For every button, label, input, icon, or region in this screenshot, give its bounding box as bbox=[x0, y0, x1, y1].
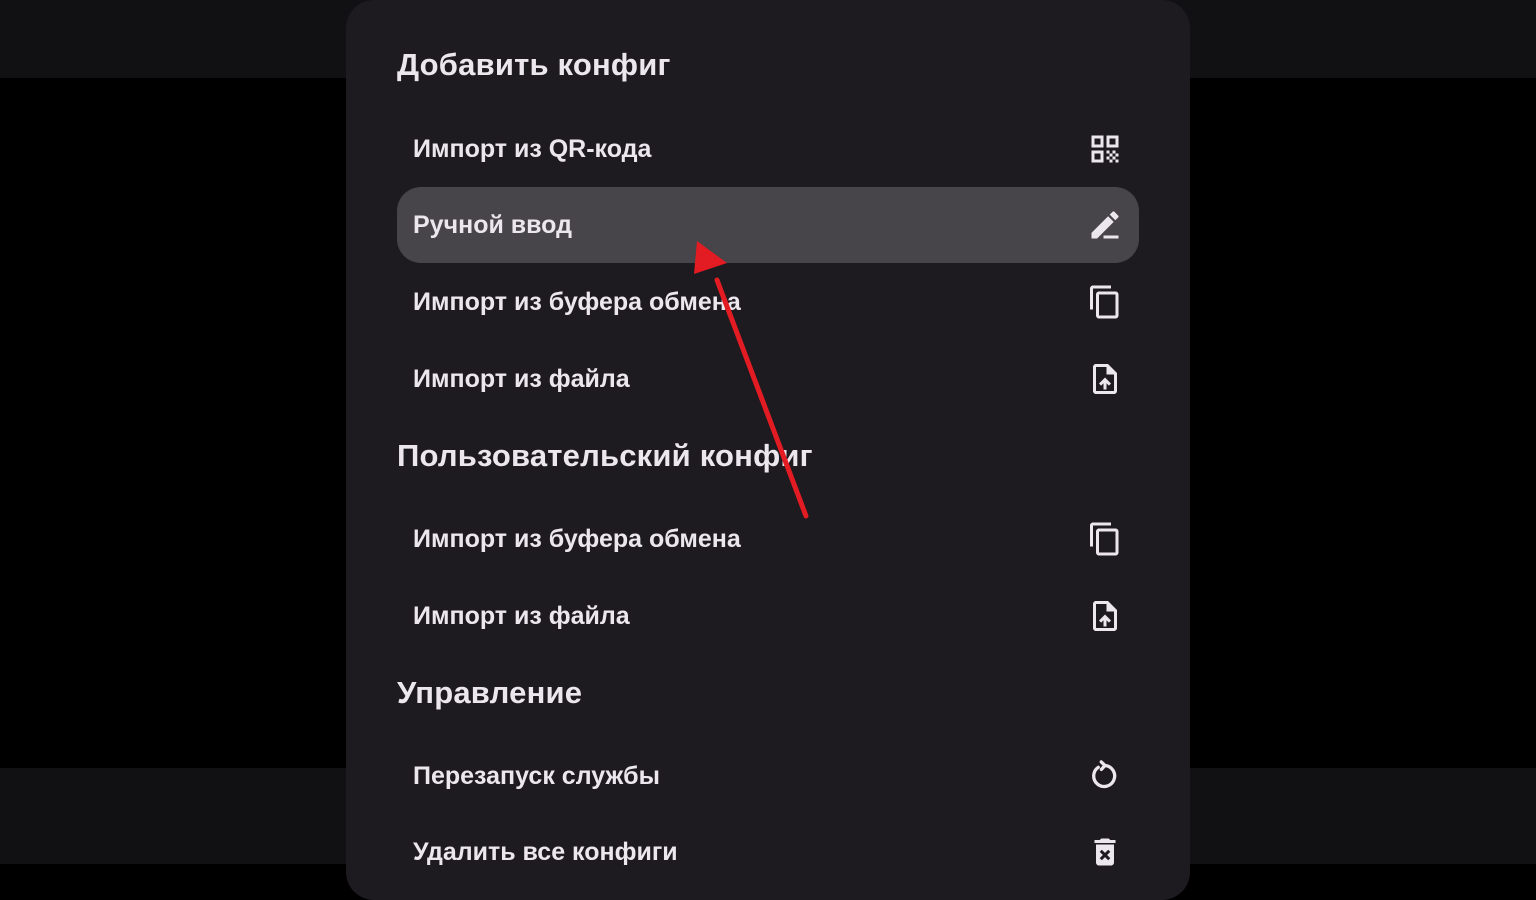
menu-item-import-clipboard[interactable]: Импорт из буфера обмена bbox=[397, 264, 1139, 340]
file-upload-icon bbox=[1087, 361, 1123, 397]
menu-item-label: Импорт из буфера обмена bbox=[413, 288, 741, 316]
menu-item-label: Импорт из файла bbox=[413, 602, 630, 630]
menu-item-label: Удалить все конфиги bbox=[413, 838, 678, 866]
menu-item-user-import-file[interactable]: Импорт из файла bbox=[397, 578, 1139, 654]
copy-icon bbox=[1087, 521, 1123, 557]
menu-item-label: Перезапуск службы bbox=[413, 762, 660, 790]
menu-item-user-import-clipboard[interactable]: Импорт из буфера обмена bbox=[397, 501, 1139, 577]
delete-icon bbox=[1087, 834, 1123, 870]
qr-code-icon bbox=[1087, 131, 1123, 167]
menu-item-manual-input[interactable]: Ручной ввод bbox=[397, 187, 1139, 263]
file-upload-icon bbox=[1087, 598, 1123, 634]
copy-icon bbox=[1087, 284, 1123, 320]
menu-item-label: Импорт из QR-кода bbox=[413, 135, 652, 163]
restart-icon bbox=[1087, 758, 1123, 794]
menu-item-delete-all-configs[interactable]: Удалить все конфиги bbox=[397, 814, 1139, 890]
section-title-user-config: Пользовательский конфиг bbox=[397, 438, 813, 473]
menu-item-label: Ручной ввод bbox=[413, 211, 572, 239]
menu-item-restart-service[interactable]: Перезапуск службы bbox=[397, 738, 1139, 814]
section-title-add-config: Добавить конфиг bbox=[397, 47, 671, 82]
bottom-sheet-menu: Добавить конфиг Импорт из QR-кода Ручной… bbox=[346, 0, 1190, 900]
menu-item-import-qr[interactable]: Импорт из QR-кода bbox=[397, 111, 1139, 187]
pencil-icon bbox=[1087, 207, 1123, 243]
menu-item-label: Импорт из файла bbox=[413, 365, 630, 393]
menu-item-import-file[interactable]: Импорт из файла bbox=[397, 341, 1139, 417]
section-title-management: Управление bbox=[397, 675, 583, 710]
menu-item-label: Импорт из буфера обмена bbox=[413, 525, 741, 553]
